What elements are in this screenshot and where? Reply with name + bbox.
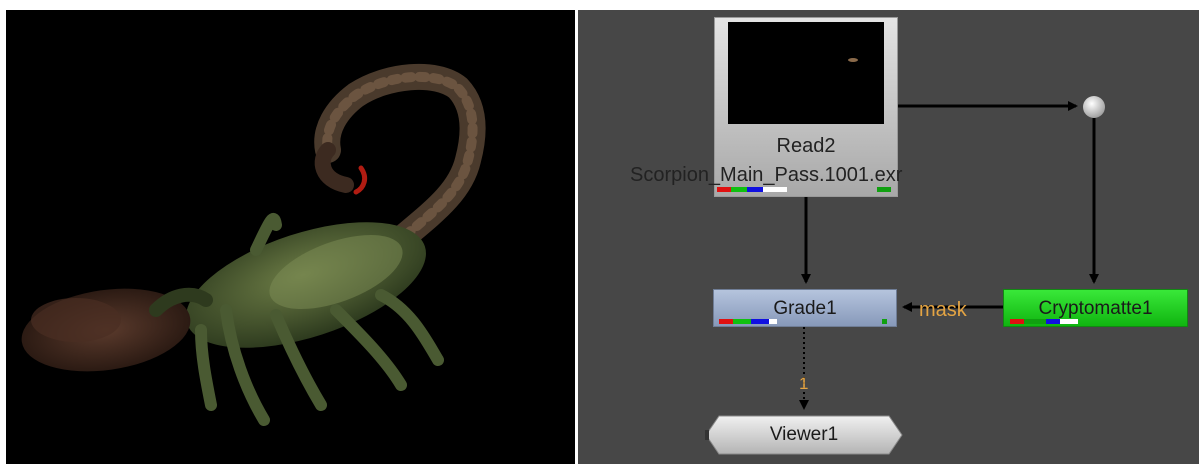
cryptomatte-node-label: Cryptomatte1 bbox=[1038, 298, 1153, 319]
channel-alpha-indicator bbox=[1060, 319, 1078, 324]
grade-node-label: Grade1 bbox=[773, 298, 837, 319]
channel-green-indicator bbox=[1024, 319, 1046, 324]
grade-node[interactable]: Grade1 bbox=[713, 289, 897, 327]
channel-red-indicator bbox=[719, 319, 733, 324]
channel-extra-indicator bbox=[877, 187, 891, 192]
channel-alpha-indicator bbox=[763, 187, 787, 192]
node-graph[interactable]: Read2 Scorpion_Main_Pass.1001.exr Grade1… bbox=[578, 10, 1199, 464]
viewer-pane[interactable] bbox=[6, 10, 575, 464]
channel-blue-indicator bbox=[1046, 319, 1060, 324]
channel-alpha-indicator bbox=[769, 319, 777, 324]
channel-red-indicator bbox=[1010, 319, 1024, 324]
read-thumbnail bbox=[728, 22, 884, 124]
read-node-label: Read2 bbox=[776, 135, 836, 157]
channel-extra-indicator bbox=[882, 319, 887, 324]
scorpion-render bbox=[21, 63, 486, 426]
channel-red-indicator bbox=[717, 187, 731, 192]
dot-node[interactable] bbox=[1083, 96, 1105, 118]
read-node-filename: Scorpion_Main_Pass.1001.exr bbox=[630, 164, 903, 186]
channel-blue-indicator bbox=[751, 319, 769, 324]
channel-green-indicator bbox=[731, 187, 747, 192]
viewer-node[interactable]: Viewer1 bbox=[705, 415, 903, 455]
viewer-input-number: 1 bbox=[799, 374, 809, 393]
cryptomatte-node[interactable]: Cryptomatte1 bbox=[1003, 289, 1188, 327]
channel-green-indicator bbox=[733, 319, 751, 324]
viewer-node-label: Viewer1 bbox=[769, 424, 839, 445]
thumbnail-speck bbox=[848, 58, 858, 62]
mask-input-label: mask bbox=[919, 299, 967, 321]
channel-blue-indicator bbox=[747, 187, 763, 192]
